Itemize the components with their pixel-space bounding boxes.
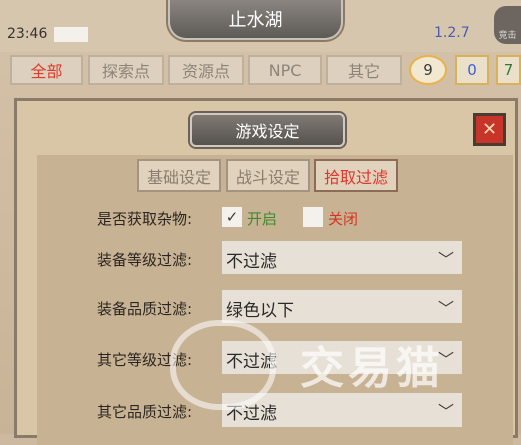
filter-tab-npc[interactable]: NPC <box>248 55 322 85</box>
misc-on-label: 开启 <box>247 210 278 228</box>
chevron-down-icon: ﹀ <box>437 250 454 269</box>
chevron-down-icon: ﹀ <box>437 402 454 421</box>
version-label: 1.2.7 <box>434 25 470 41</box>
chevron-down-icon: ﹀ <box>437 299 454 318</box>
counter-badge-3[interactable]: 7 <box>496 55 521 85</box>
equip-quality-label: 装备品质过滤: <box>97 300 193 318</box>
checkmark-icon: ✓ <box>225 208 239 226</box>
close-button[interactable]: ✕ <box>473 113 506 146</box>
close-icon: ✕ <box>481 119 498 140</box>
misc-off-checkbox[interactable] <box>303 207 323 227</box>
watermark-text: 交易猫 <box>300 343 444 394</box>
top-bar: 止水湖 23:46 1.2.7 竞击 <box>0 0 521 52</box>
equip-level-label: 装备等级过滤: <box>97 251 193 269</box>
location-title: 止水湖 <box>168 0 343 40</box>
counter-badge-1[interactable]: 9 <box>409 55 447 85</box>
status-box <box>54 27 88 42</box>
misc-off-label: 关闭 <box>328 210 359 228</box>
other-quality-label: 其它品质过滤: <box>97 403 193 421</box>
tab-basic-settings[interactable]: 基础设定 <box>137 159 221 192</box>
equip-level-select[interactable]: 不过滤 ﹀ <box>222 241 462 274</box>
equip-level-value: 不过滤 <box>226 252 277 272</box>
misc-on-checkbox[interactable]: ✓ <box>222 207 242 227</box>
filter-tab-all[interactable]: 全部 <box>10 55 83 85</box>
counter-badge-2[interactable]: 0 <box>455 55 489 85</box>
watermark-cat-icon <box>170 320 276 410</box>
avatar-label: 竞击 <box>498 31 517 41</box>
misc-pickup-label: 是否获取杂物: <box>97 210 193 228</box>
equip-quality-value: 绿色以下 <box>226 301 294 321</box>
filter-tab-resource[interactable]: 资源点 <box>168 55 244 85</box>
tab-pickup-filter[interactable]: 拾取过滤 <box>314 159 398 192</box>
filter-tab-explore[interactable]: 探索点 <box>88 55 164 85</box>
clock: 23:46 <box>7 26 48 42</box>
avatar[interactable]: 竞击 <box>494 6 521 44</box>
dialog-title: 游戏设定 <box>190 113 345 147</box>
tab-battle-settings[interactable]: 战斗设定 <box>226 159 310 192</box>
filter-tab-other[interactable]: 其它 <box>326 55 402 85</box>
equip-quality-select[interactable]: 绿色以下 ﹀ <box>222 290 462 323</box>
